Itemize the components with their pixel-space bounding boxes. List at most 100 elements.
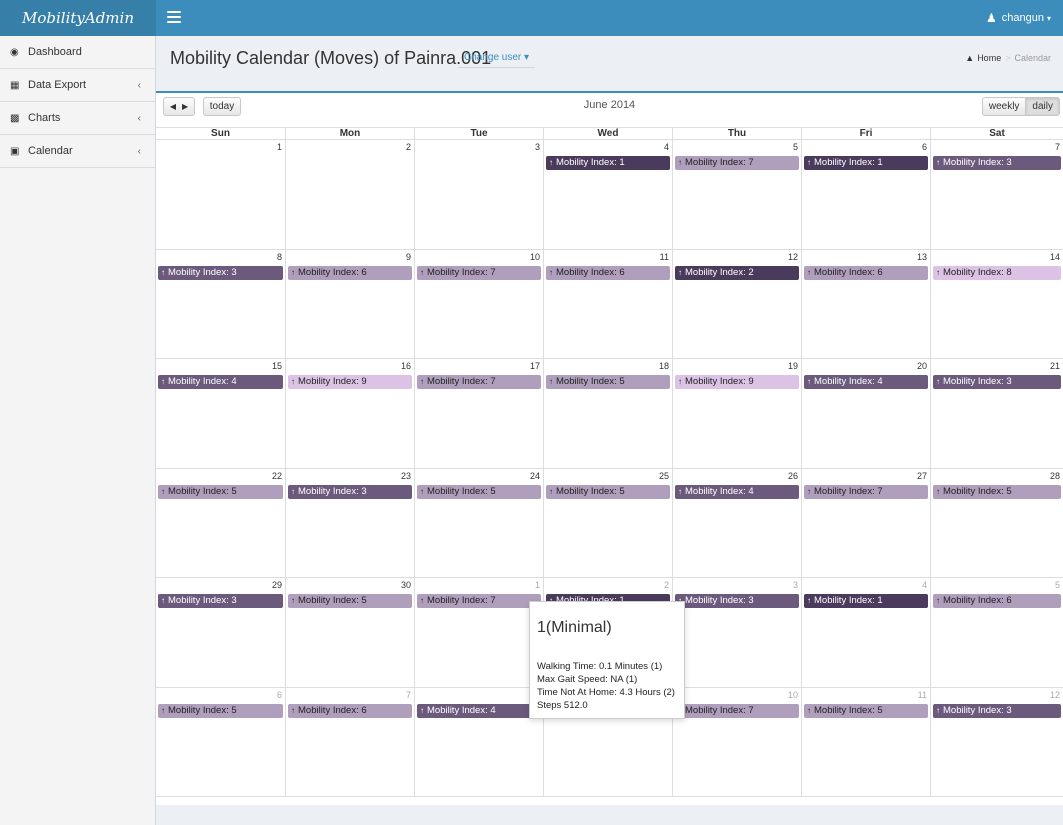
mobility-index-event[interactable]: ↑Mobility Index: 3 (933, 703, 1061, 718)
calendar-day-cell[interactable]: 12 ↑ Mobility Index: 2 (672, 249, 801, 358)
mobility-index-event[interactable]: ↑ Mobility Index: 6 (288, 703, 412, 718)
calendar-day-cell[interactable]: 6 ↑ Mobility Index: 1 (801, 140, 930, 249)
breadcrumb-home-link[interactable]: Home (977, 53, 1001, 63)
sidebar-item-data-export[interactable]: ▦ Data Export ‹ (0, 69, 155, 102)
mobility-index-event[interactable]: ↑Mobility Index: 7 (417, 375, 541, 389)
calendar-day-cell[interactable]: 18 ↑ Mobility Index: 5 (543, 359, 672, 468)
mobility-index-event[interactable]: ↑Mobility Index: 7 (675, 156, 799, 170)
daily-view-button[interactable]: daily (1026, 97, 1060, 116)
sidebar-item-dashboard[interactable]: ◉ Dashboard (0, 36, 155, 69)
walking-person-icon: ↑ (161, 486, 165, 496)
calendar-day-cell[interactable]: 10 ↑Mobility Index: 7 (414, 249, 543, 358)
mobility-index-event[interactable]: ↑ Mobility Index: 4 (804, 375, 928, 389)
walking-person-icon: ↑ (807, 705, 811, 715)
calendar-day-cell[interactable]: 21 ↑ Mobility Index: 3 (930, 359, 1063, 468)
calendar-day-cell[interactable]: 10 ↑Mobility Index: 7 (672, 687, 801, 796)
user-menu[interactable]: ♟ changun ▾ (986, 0, 1051, 36)
event-label: Mobility Index: 4 (685, 485, 754, 497)
mobility-index-event[interactable]: ↑ Mobility Index: 5 (546, 484, 670, 499)
calendar-day-cell[interactable]: 3 ↑Mobility Index: 3 (672, 578, 801, 687)
calendar-day-cell[interactable]: 11 ↑ Mobility Index: 5 (801, 687, 930, 796)
calendar-day-cell[interactable]: 5 ↑ Mobility Index: 6 (930, 578, 1063, 687)
mobility-index-event[interactable]: ↑Mobility Index: 3 (158, 594, 283, 608)
mobility-index-event[interactable]: ↑Mobility Index: 3 (933, 375, 1061, 389)
day-number: 18 (658, 361, 669, 371)
mobility-index-event[interactable]: ↑Mobility Index: 1 (804, 156, 928, 170)
calendar-day-cell[interactable]: 25 ↑ Mobility Index: 5 (543, 468, 672, 577)
mobility-index-event[interactable]: ↑ Mobility Index: 4 (158, 375, 283, 389)
calendar-day-cell[interactable]: 15 ↑ Mobility Index: 4 (156, 359, 285, 468)
mobility-index-event[interactable]: ↑Mobility Index: 3 (933, 156, 1061, 170)
calendar-day-cell[interactable]: 27 ↑ Mobility Index: 7 (801, 468, 930, 577)
calendar-day-cell[interactable]: 4 ↑ Mobility Index: 1 (543, 140, 672, 249)
mobility-index-event[interactable]: ↑ Mobility Index: 8 (933, 265, 1061, 280)
sidebar-toggle-icon[interactable] (167, 11, 181, 23)
walking-person-icon: ↑ (807, 596, 811, 605)
calendar-day-cell[interactable]: 19 ↑ Mobility Index: 9 (672, 359, 801, 468)
calendar-day-cell[interactable]: 6 ↑ Mobility Index: 5 (156, 688, 285, 797)
calendar-day-cell[interactable]: 30 ↑ Mobility Index: 5 (285, 578, 414, 687)
mobility-index-event[interactable]: ↑ Mobility Index: 5 (804, 703, 928, 718)
calendar-day-cell[interactable]: 9 ↑ Mobility Index: 6 (285, 249, 414, 358)
mobility-index-event[interactable]: ↑Mobility Index: 3 (158, 265, 283, 280)
calendar-day-cell[interactable]: 22 ↑ Mobility Index: 5 (156, 469, 285, 578)
calendar-day-cell[interactable]: 20 ↑ Mobility Index: 4 (801, 359, 930, 468)
mobility-index-event[interactable]: ↑ Mobility Index: 5 (288, 594, 412, 608)
mobility-index-event[interactable]: ↑ Mobility Index: 5 (933, 484, 1061, 499)
change-user-dropdown[interactable]: Change user ▾ (458, 52, 536, 68)
mobility-index-event[interactable]: ↑ Mobility Index: 4 (675, 484, 799, 499)
mobility-index-event[interactable]: ↑ Mobility Index: 6 (933, 594, 1061, 608)
mobility-index-event[interactable]: ↑ Mobility Index: 5 (158, 703, 283, 718)
day-number: 12 (787, 251, 798, 262)
calendar-day-cell[interactable]: 23 ↑ Mobility Index: 3 (285, 468, 414, 577)
calendar-day-cell[interactable]: 16 ↑ Mobility Index: 9 (285, 359, 414, 468)
calendar-day-cell[interactable]: 1 (156, 140, 285, 249)
calendar-day-cell[interactable]: 28 ↑ Mobility Index: 5 (930, 468, 1063, 577)
calendar-day-cell[interactable]: 4 ↑ Mobility Index: 1 (801, 578, 930, 687)
mobility-index-event[interactable]: ↑ Mobility Index: 2 (675, 265, 799, 280)
mobility-index-event[interactable]: ↑ Mobility Index: 5 (546, 375, 670, 389)
sidebar-item-charts[interactable]: ▩ Charts ‹ (0, 102, 155, 135)
app-logo[interactable]: MobilityAdmin (0, 0, 156, 36)
calendar-day-cell[interactable]: 12 ↑ Mobility Index: 3 (930, 687, 1063, 796)
mobility-index-event[interactable]: ↑ Mobility Index: 4 (417, 703, 541, 718)
calendar-day-cell[interactable]: 26 ↑ Mobility Index: 4 (672, 468, 801, 577)
mobility-index-event[interactable]: ↑Mobility Index: 3 (288, 484, 412, 499)
sidebar-item-calendar[interactable]: ▣ Calendar ‹ (0, 135, 155, 168)
calendar-day-cell[interactable]: 11 ↑ Mobility Index: 6 (543, 249, 672, 358)
calendar-day-cell[interactable]: 1 ↑ Mobility Index: 7 (414, 578, 543, 687)
mobility-index-event[interactable]: ↑ Mobility Index: 9 (288, 375, 412, 389)
calendar-day-cell[interactable]: 8↑Mobility Index: 4 (414, 687, 543, 796)
calendar-day-cell[interactable]: 5 ↑ Mobility Index: 7 (672, 140, 801, 249)
mobility-index-event[interactable]: ↑ Mobility Index: 6 (288, 265, 412, 280)
walking-person-icon: ↑ (678, 267, 682, 277)
calendar-day-cell[interactable]: 13 ↑ Mobility Index: 6 (801, 249, 930, 358)
mobility-index-event[interactable]: ↑Mobility Index: 1 (546, 156, 670, 170)
calendar-day-cell[interactable]: 8 ↑ Mobility Index: 3 (156, 250, 285, 359)
calendar-day-cell[interactable]: 17 ↑ Mobility Index: 7 (414, 359, 543, 468)
calendar-day-cell[interactable]: 7 ↑ Mobility Index: 6 (285, 687, 414, 796)
mobility-index-event[interactable]: ↑Mobility Index: 3 (675, 594, 799, 608)
mobility-index-event[interactable]: ↑Mobility Index: 7 (417, 594, 541, 608)
calendar-day-cell[interactable]: 2 (285, 140, 414, 249)
event-label: Mobility Index: 6 (298, 704, 367, 716)
view-switcher: weekly daily (981, 97, 1060, 116)
calendar-day-cell[interactable]: 3 (414, 140, 543, 249)
day-number: 8 (276, 251, 282, 262)
mobility-index-event[interactable]: ↑ Mobility Index: 5 (417, 484, 541, 499)
mobility-index-event[interactable]: ↑Mobility Index: 7 (675, 703, 799, 718)
mobility-index-event[interactable]: ↑Mobility Index: 7 (417, 265, 541, 280)
mobility-index-event[interactable]: ↑ Mobility Index: 5 (158, 484, 283, 499)
mobility-index-event[interactable]: ↑ Mobility Index: 9 (675, 375, 799, 389)
calendar-day-cell[interactable]: 7 ↑ Mobility Index: 3 (930, 140, 1063, 249)
calendar-day-cell[interactable]: 14 ↑ Mobility Index: 8 (930, 249, 1063, 358)
day-of-week-header: Sat (930, 128, 1063, 139)
mobility-index-event[interactable]: ↑Mobility Index: 1 (804, 594, 928, 608)
mobility-index-event[interactable]: ↑Mobility Index: 7 (804, 484, 928, 499)
calendar-day-cell[interactable]: 24 ↑ Mobility Index: 5 (414, 468, 543, 577)
mobility-index-event[interactable]: ↑ Mobility Index: 6 (546, 265, 670, 280)
mobility-index-event[interactable]: ↑ Mobility Index: 6 (804, 265, 928, 280)
event-label: Mobility Index: 3 (685, 595, 754, 606)
calendar-day-cell[interactable]: 29 ↑ Mobility Index: 3 (156, 578, 285, 687)
weekly-view-button[interactable]: weekly (981, 97, 1027, 116)
